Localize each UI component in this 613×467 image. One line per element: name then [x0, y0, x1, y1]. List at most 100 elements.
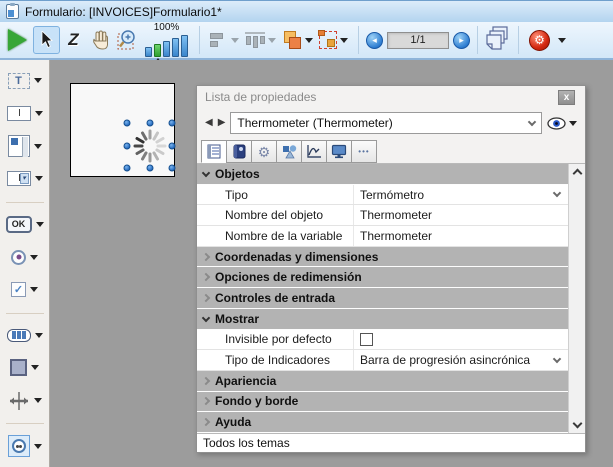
- separator: [6, 423, 44, 424]
- entry-order-tool-button[interactable]: Z: [60, 26, 87, 54]
- button-grid-tool[interactable]: [7, 324, 43, 348]
- invisible-checkbox[interactable]: [360, 333, 373, 346]
- spinner-widget-icon: [131, 127, 169, 165]
- chart-curve-icon: [306, 144, 322, 159]
- tipo-dropdown[interactable]: Termómetro: [353, 185, 568, 205]
- scroll-down-icon[interactable]: [572, 419, 582, 429]
- object-level-button[interactable]: [282, 31, 313, 50]
- group-objects-button[interactable]: [319, 31, 348, 49]
- align-objects-button[interactable]: [210, 32, 239, 48]
- tab-more[interactable]: •••: [351, 140, 377, 163]
- eye-icon: [547, 117, 566, 130]
- selected-spinner-object[interactable]: [127, 123, 172, 168]
- close-button[interactable]: x: [558, 90, 575, 105]
- previous-object-button[interactable]: ◀: [205, 118, 213, 128]
- chevron-down-icon: [197, 172, 215, 176]
- zoom-level-control[interactable]: 100%: [145, 23, 188, 57]
- resize-handle-n[interactable]: [146, 120, 153, 127]
- distribute-icon: [245, 32, 265, 48]
- listbox-tool[interactable]: [8, 134, 42, 158]
- text-tool[interactable]: T: [8, 69, 42, 93]
- section-objetos[interactable]: Objetos: [197, 164, 568, 185]
- section-coordenadas[interactable]: Coordenadas y dimensiones: [197, 247, 568, 268]
- monitor-icon: [331, 144, 347, 159]
- tab-property-list[interactable]: [201, 140, 227, 163]
- resize-handle-se[interactable]: [169, 165, 176, 172]
- resize-handle-s[interactable]: [146, 165, 153, 172]
- scroll-up-icon[interactable]: [572, 169, 582, 179]
- section-opciones-redimension[interactable]: Opciones de redimensión: [197, 267, 568, 288]
- checkbox-tool[interactable]: ✓: [11, 278, 38, 302]
- section-apariencia[interactable]: Apariencia: [197, 371, 568, 392]
- nombre-objeto-field[interactable]: Thermometer: [353, 205, 568, 225]
- chevron-down-icon: [268, 38, 276, 43]
- spinner-tool-selected[interactable]: [8, 434, 42, 458]
- combobox-tool[interactable]: I▾: [7, 167, 43, 191]
- form-document-icon: [6, 4, 19, 19]
- nombre-objeto-value: Thermometer: [360, 208, 560, 222]
- form-page[interactable]: [70, 83, 175, 177]
- entry-order-icon: Z: [68, 30, 78, 50]
- object-selector-value: Thermometer (Thermometer): [237, 116, 529, 130]
- resize-handle-nw[interactable]: [124, 120, 131, 127]
- theme-filter-bar[interactable]: Todos los temas: [197, 433, 585, 452]
- button-tool[interactable]: OK: [6, 213, 44, 237]
- section-label: Apariencia: [215, 374, 276, 388]
- run-form-button[interactable]: [8, 29, 27, 51]
- chevron-right-icon: [197, 398, 215, 404]
- section-controles-entrada[interactable]: Controles de entrada: [197, 288, 568, 309]
- separator: [518, 26, 519, 54]
- splitter-tool[interactable]: [8, 389, 42, 413]
- section-fondo-borde[interactable]: Fondo y borde: [197, 392, 568, 413]
- chevron-down-icon: [35, 333, 43, 338]
- property-row-tipo: Tipo Termómetro: [197, 185, 568, 206]
- view-options-button[interactable]: [547, 117, 577, 130]
- chevron-down-icon: [197, 317, 215, 321]
- property-label: Tipo: [197, 188, 353, 202]
- section-mostrar[interactable]: Mostrar: [197, 309, 568, 330]
- select-tool-button[interactable]: [33, 26, 60, 54]
- zoom-tool-button[interactable]: [114, 26, 141, 54]
- page-indicator[interactable]: 1/1: [387, 32, 449, 49]
- previous-page-button[interactable]: ◂: [366, 32, 383, 49]
- property-list-icon: [207, 144, 221, 159]
- tab-display[interactable]: [326, 140, 352, 163]
- separator: [199, 26, 200, 54]
- resize-handle-w[interactable]: [124, 142, 131, 149]
- panel-header[interactable]: Lista de propiedades x: [197, 86, 585, 108]
- tab-data[interactable]: [226, 140, 252, 163]
- tab-events[interactable]: [301, 140, 327, 163]
- chevron-down-icon: [34, 444, 42, 449]
- next-page-button[interactable]: ▸: [453, 32, 470, 49]
- tipo-value: Termómetro: [360, 188, 550, 202]
- form-pages-button[interactable]: [485, 26, 511, 55]
- property-grid: Objetos Tipo Termómetro Nombre del objet…: [197, 163, 585, 433]
- object-selector-dropdown[interactable]: Thermometer (Thermometer): [230, 112, 542, 134]
- distribute-objects-button[interactable]: [245, 32, 276, 48]
- chevron-down-icon: [34, 144, 42, 149]
- vertical-scrollbar[interactable]: [568, 164, 585, 433]
- move-tool-button[interactable]: [87, 26, 114, 54]
- radio-button-tool[interactable]: [11, 245, 38, 269]
- input-tool[interactable]: I: [7, 102, 43, 126]
- next-object-button[interactable]: ▶: [218, 118, 226, 128]
- tab-settings[interactable]: ⚙: [251, 140, 277, 163]
- chevron-right-icon: [197, 295, 215, 301]
- rectangle-tool[interactable]: [10, 356, 39, 380]
- input-tool-icon: I: [7, 106, 31, 121]
- property-row-invisible: Invisible por defecto: [197, 330, 568, 351]
- separator: [358, 26, 359, 54]
- resize-handle-ne[interactable]: [169, 120, 176, 127]
- section-label: Fondo y borde: [215, 394, 298, 408]
- resize-handle-sw[interactable]: [124, 165, 131, 172]
- tab-objects[interactable]: [276, 140, 302, 163]
- form-settings-button[interactable]: ⚙: [529, 30, 566, 51]
- nombre-variable-field[interactable]: Thermometer: [353, 226, 568, 246]
- resize-handle-e[interactable]: [169, 142, 176, 149]
- tipo-indicadores-value: Barra de progresión asincrónica: [360, 353, 550, 367]
- section-label: Coordenadas y dimensiones: [215, 250, 378, 264]
- property-tabs: ⚙: [197, 138, 585, 163]
- section-ayuda[interactable]: Ayuda: [197, 412, 568, 433]
- text-tool-icon: T: [8, 73, 30, 89]
- tipo-indicadores-dropdown[interactable]: Barra de progresión asincrónica: [353, 350, 568, 370]
